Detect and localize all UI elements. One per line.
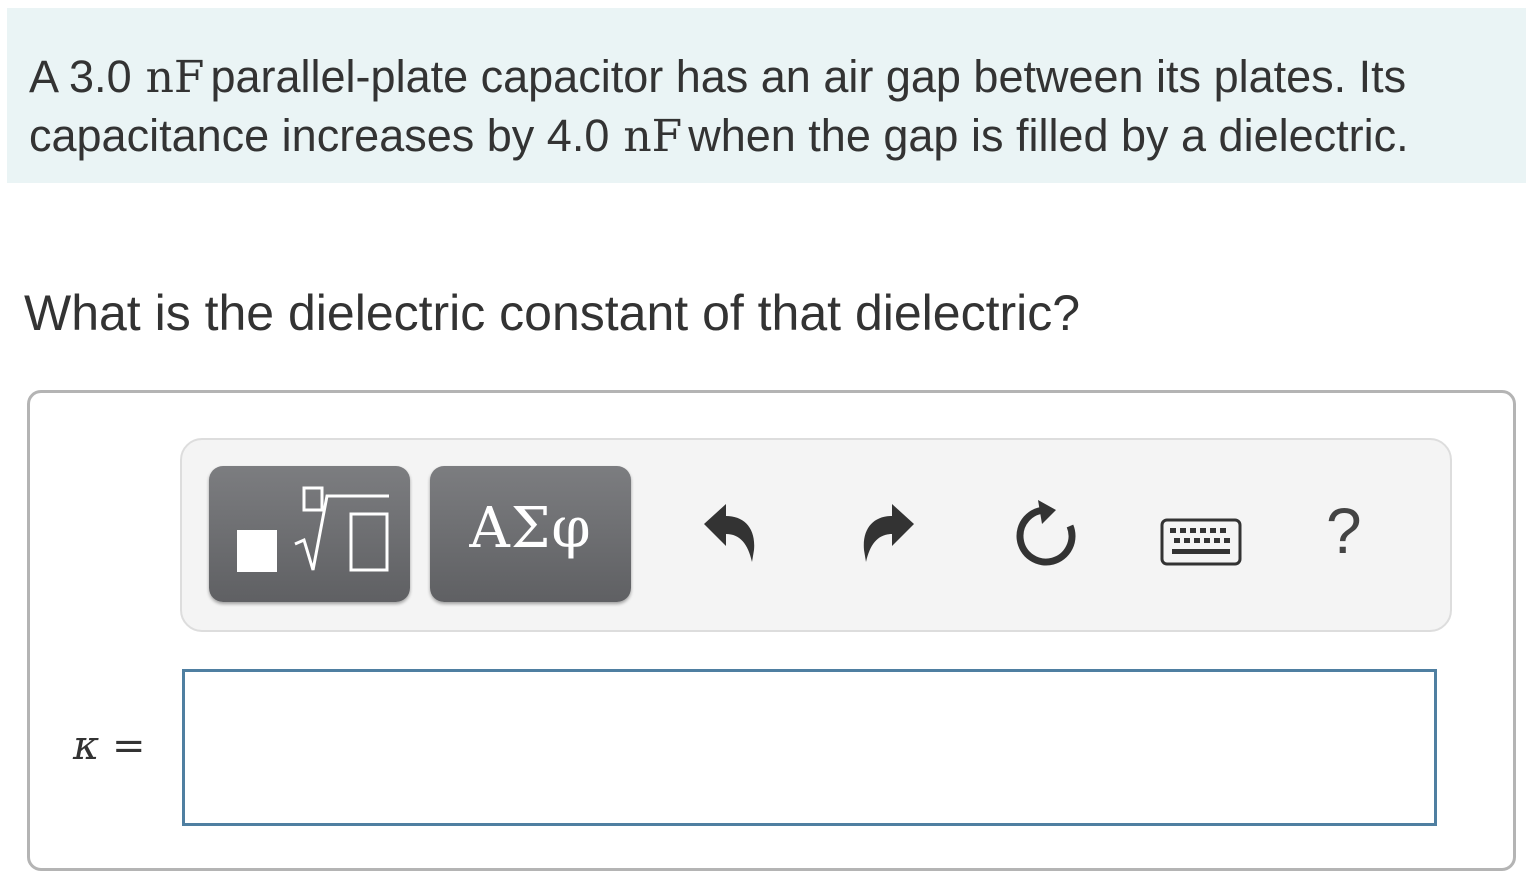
kappa-symbol: κ — [73, 723, 100, 769]
problem-line-1: A 3.0 nF parallel-plate capacitor has an a… — [29, 48, 1526, 107]
question-prompt: What is the dielectric constant of that … — [24, 285, 1081, 341]
undo-icon — [704, 504, 755, 562]
reset-icon — [1016, 500, 1076, 566]
problem-statement: A 3.0 nF parallel-plate capacitor has an a… — [7, 8, 1526, 183]
unit-nanofarad: nF — [145, 52, 205, 103]
math-toolbar: ΑΣφ ? — [180, 438, 1452, 632]
problem-text: when the gap is filled by a dielectric. — [688, 110, 1409, 161]
equals-sign: = — [111, 723, 146, 769]
problem-line-2: capacitance increases by 4.0 nF when the g… — [29, 107, 1526, 166]
unit-nanofarad: nF — [623, 111, 683, 162]
answer-input[interactable] — [182, 669, 1437, 826]
redo-icon — [863, 504, 914, 562]
symbols-button[interactable]: ΑΣφ — [430, 466, 631, 602]
help-button[interactable]: ? — [1326, 496, 1362, 566]
undo-button[interactable] — [698, 498, 760, 573]
redo-button[interactable] — [858, 498, 920, 573]
keyboard-button[interactable] — [1160, 518, 1242, 573]
answer-variable-label: κ = — [73, 723, 145, 769]
symbols-label: ΑΣφ — [469, 496, 592, 561]
answer-panel: ΑΣφ ? κ = — [27, 390, 1516, 871]
templates-button[interactable] — [209, 466, 410, 602]
problem-text: parallel-plate capacitor has an air gap … — [210, 51, 1407, 102]
reset-button[interactable] — [1008, 496, 1084, 577]
problem-text: A 3.0 — [29, 51, 132, 102]
templates-icon — [237, 486, 389, 572]
keyboard-icon — [1160, 518, 1242, 566]
problem-text: capacitance increases by 4.0 — [29, 110, 610, 161]
